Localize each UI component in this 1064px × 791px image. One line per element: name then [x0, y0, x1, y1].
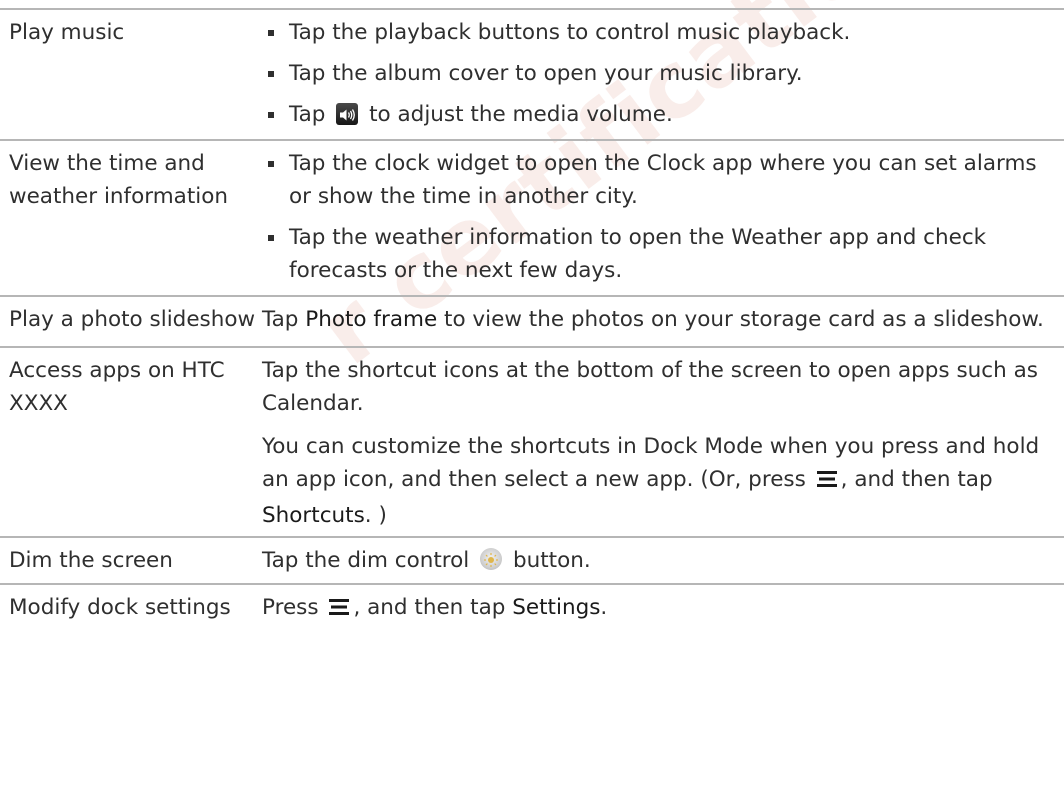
ui-term-photo-frame: Photo frame — [305, 307, 438, 332]
paragraph: Press , and then tap Settings. — [262, 591, 1056, 627]
bullet-list: Tap the clock widget to open the Clock a… — [262, 147, 1056, 287]
speaker-volume-icon — [336, 103, 359, 125]
action-cell: Access apps on HTC XXXX — [9, 358, 225, 416]
text-fragment: Tap — [289, 102, 326, 127]
description-cell: Tap Photo frame to view the photos on yo… — [262, 296, 1064, 347]
text-fragment: . ) — [364, 503, 387, 528]
menu-icon — [816, 466, 838, 499]
action-cell: Modify dock settings — [9, 595, 231, 620]
text-fragment: Tap the dim control — [262, 548, 470, 573]
paragraph: Tap the shortcut icons at the bottom of … — [262, 358, 1038, 416]
table-row: Dim the screen Tap the dim control butto… — [0, 537, 1064, 584]
description-cell: Press , and then tap Settings. — [262, 584, 1064, 637]
text-fragment: , and then tap — [840, 467, 993, 492]
dock-mode-table: Play music Tap the playback buttons to c… — [0, 8, 1064, 637]
brightness-icon — [480, 548, 503, 570]
text-fragment: Tap — [262, 307, 299, 332]
paragraph: Tap Photo frame to view the photos on yo… — [262, 303, 1056, 336]
text-fragment: , and then tap — [353, 595, 506, 620]
ui-term-shortcuts: Shortcuts — [262, 503, 365, 528]
table-row: Play music Tap the playback buttons to c… — [0, 9, 1064, 140]
table-row: Play a photo slideshow Tap Photo frame t… — [0, 296, 1064, 347]
table-row: View the time and weather information Ta… — [0, 140, 1064, 296]
text-fragment: button. — [512, 548, 591, 573]
description-cell: Tap the clock widget to open the Clock a… — [262, 140, 1064, 296]
description-cell: Tap the dim control button. — [262, 537, 1064, 584]
ui-term-settings: Settings — [512, 595, 601, 620]
action-cell: Dim the screen — [9, 548, 173, 573]
bullet-list: Tap the playback buttons to control musi… — [262, 16, 1056, 131]
description-cell: Tap the shortcut icons at the bottom of … — [262, 347, 1064, 537]
action-cell: View the time and weather information — [9, 151, 229, 209]
menu-icon — [328, 594, 350, 627]
text-fragment: to view the photos on your storage card … — [444, 307, 1044, 332]
paragraph: You can customize the shortcuts in Dock … — [262, 430, 1056, 532]
action-cell: Play music — [9, 20, 125, 45]
table-row: Access apps on HTC XXXX Tap the shortcut… — [0, 347, 1064, 537]
action-cell: Play a photo slideshow — [9, 307, 256, 332]
text-fragment: . — [600, 595, 608, 620]
text-fragment: (Or, press — [700, 467, 806, 492]
list-item: Tap the playback buttons to control musi… — [262, 16, 1056, 49]
description-cell: Tap the playback buttons to control musi… — [262, 9, 1064, 140]
text-fragment: to adjust the media volume. — [369, 102, 673, 127]
table-row: Modify dock settings Press , and then ta… — [0, 584, 1064, 637]
list-item: Tap the weather information to open the … — [262, 221, 1056, 287]
list-item: Tap the album cover to open your music l… — [262, 57, 1056, 90]
list-item: Tap to adjust the media volume. — [262, 98, 1056, 131]
paragraph: Tap the dim control button. — [262, 544, 1056, 577]
list-item: Tap the clock widget to open the Clock a… — [262, 147, 1056, 213]
text-fragment: Press — [262, 595, 319, 620]
